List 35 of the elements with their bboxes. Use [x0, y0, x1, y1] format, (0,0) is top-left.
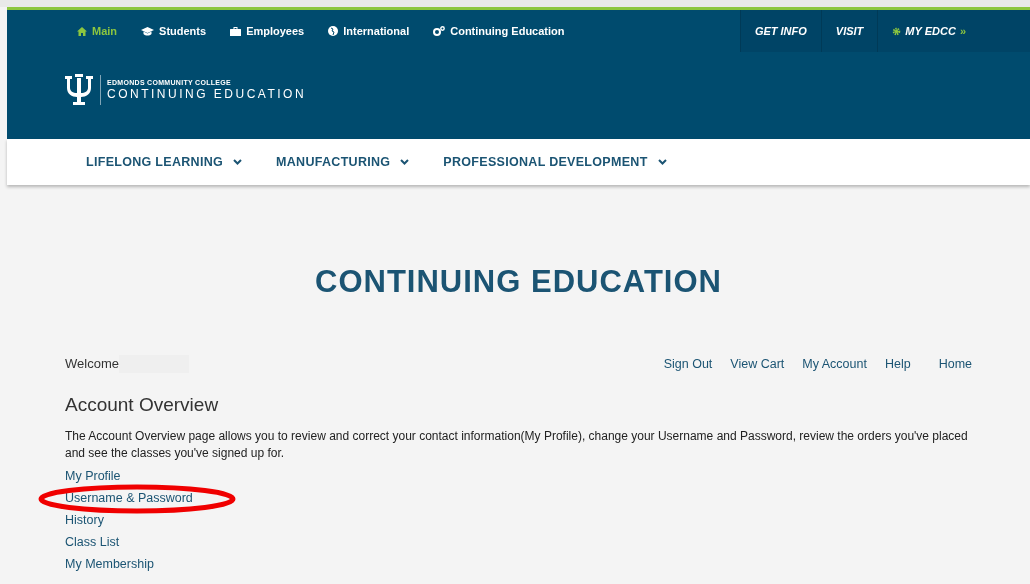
account-overview-link[interactable]: My Membership	[65, 558, 154, 571]
account-link[interactable]: View Cart	[730, 354, 785, 374]
menu-dropdown[interactable]: PROFESSIONAL DEVELOPMENT	[443, 152, 667, 172]
section-title: Account Overview	[64, 393, 220, 417]
page-title: CONTINUING EDUCATION	[314, 263, 723, 301]
utility-nav-link[interactable]: VISIT	[820, 10, 878, 52]
menu-dropdown[interactable]: MANUFACTURING	[276, 152, 410, 172]
account-link[interactable]: Sign Out	[663, 354, 713, 374]
chevron-down-icon	[400, 159, 410, 165]
account-link[interactable]: Home	[938, 354, 972, 374]
home-icon	[77, 26, 87, 36]
top-nav-link[interactable]: Continuing Education	[433, 22, 565, 40]
utility-nav-link[interactable]: GET INFO	[739, 10, 821, 52]
welcome-text: Welcome	[65, 355, 119, 374]
briefcase-icon	[230, 26, 242, 36]
top-nav-link[interactable]: Main	[77, 22, 118, 40]
account-overview-link[interactable]: Class List	[65, 536, 120, 549]
trident-logo-icon	[64, 74, 94, 106]
gears-icon	[433, 26, 446, 36]
menu-dropdown[interactable]: LIFELONG LEARNING	[86, 152, 243, 172]
chevron-down-icon	[233, 159, 243, 165]
top-nav-link[interactable]: International	[328, 22, 410, 40]
top-nav-link[interactable]: Students	[141, 22, 207, 40]
utility-nav-link[interactable]: MY EDCC »	[877, 10, 980, 52]
graduation-cap-icon	[141, 26, 155, 36]
chevron-down-icon	[657, 159, 667, 165]
gear-icon	[892, 26, 902, 36]
account-overview-link[interactable]: History	[65, 514, 104, 527]
account-link[interactable]: My Account	[802, 354, 867, 374]
logo-title: CONTINUING EDUCATION	[107, 87, 307, 101]
account-link[interactable]: Help	[884, 354, 911, 374]
description-text: The Account Overview page allows you to review and correct your contact information(My Profile), change your Username and Password, review the orders you've placed and see the classes you've signed up for.	[64, 427, 969, 462]
globe-icon	[328, 26, 339, 36]
top-nav-link[interactable]: Employees	[230, 22, 305, 40]
account-overview-link[interactable]: My Profile	[65, 470, 121, 483]
